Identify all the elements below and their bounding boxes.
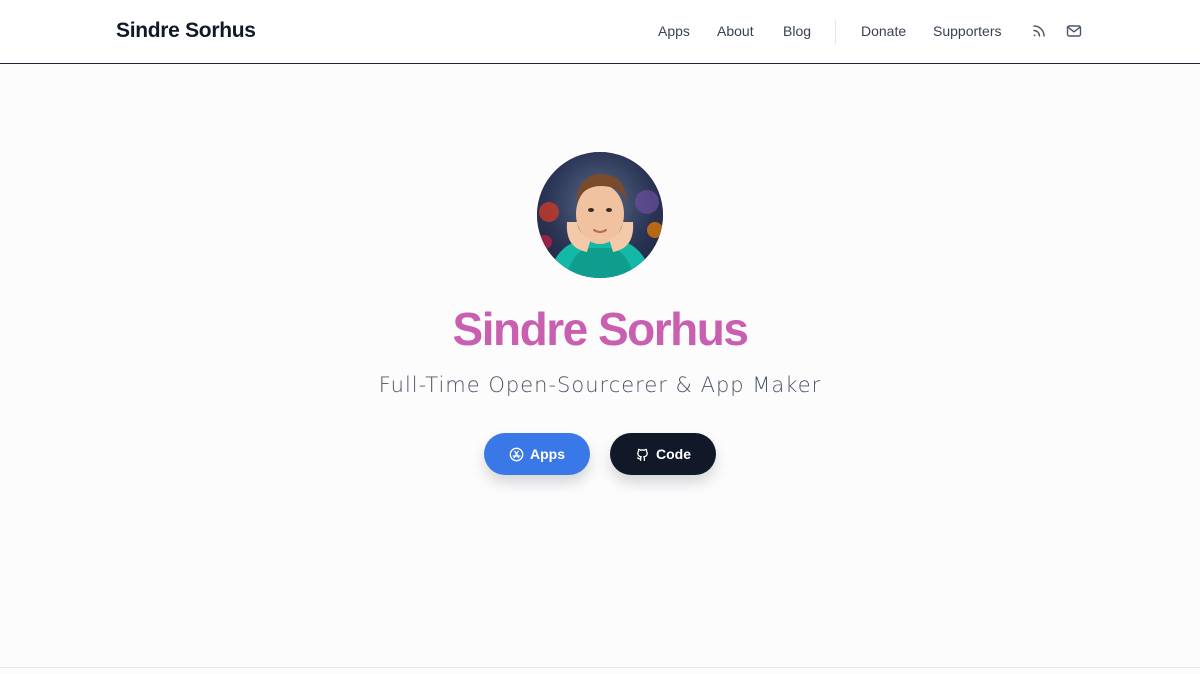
rss-icon[interactable] — [1030, 22, 1048, 40]
hero-section: Sindre Sorhus Full-Time Open-Sourcerer &… — [0, 64, 1200, 668]
main-nav: Apps About Blog Donate Supporters — [0, 0, 1200, 64]
nav-blog[interactable]: Blog — [783, 23, 811, 39]
hero-tagline: Full-Time Open-Sourcerer & App Maker — [378, 373, 822, 397]
nav-supporters[interactable]: Supporters — [933, 23, 1001, 39]
site-header: Sindre Sorhus Apps About Blog Donate Sup… — [0, 0, 1200, 64]
app-store-icon — [509, 447, 524, 461]
github-icon — [636, 448, 648, 461]
avatar — [537, 152, 663, 278]
footer-divider — [0, 667, 1200, 668]
apps-button-label: Apps — [530, 446, 565, 462]
nav-about[interactable]: About — [717, 23, 754, 39]
nav-donate[interactable]: Donate — [861, 23, 906, 39]
nav-apps[interactable]: Apps — [658, 23, 690, 39]
hero-name: Sindre Sorhus — [452, 303, 749, 355]
profile-photo — [537, 152, 663, 278]
code-button-label: Code — [656, 446, 691, 462]
mail-icon[interactable] — [1065, 22, 1083, 40]
nav-divider — [835, 20, 836, 44]
apps-button[interactable]: Apps — [484, 433, 590, 475]
code-button[interactable]: Code — [610, 433, 716, 475]
